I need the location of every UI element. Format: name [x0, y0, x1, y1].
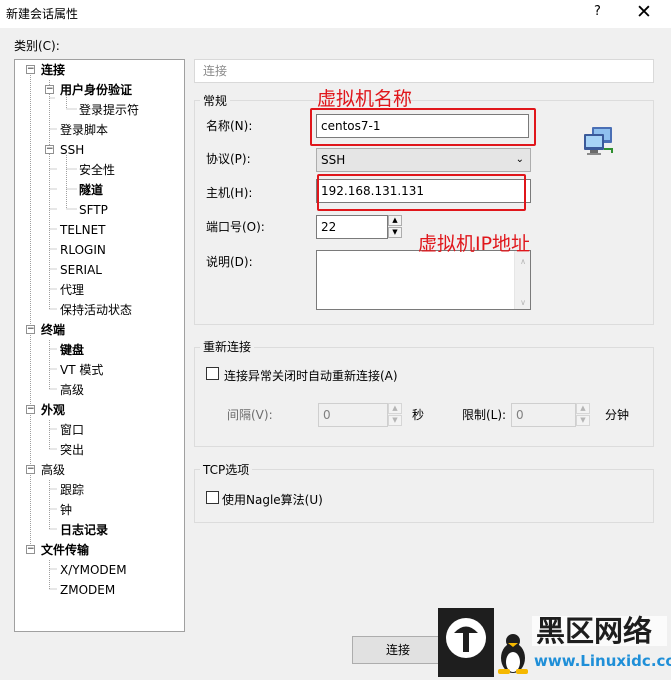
description-scrollbar[interactable]: ∧ ∨ — [514, 251, 530, 309]
collapse-icon[interactable]: − — [26, 325, 35, 334]
port-label: 端口号(O): — [206, 220, 265, 234]
tree-item-terminal[interactable]: 终端 — [41, 322, 65, 338]
tree-item-connection[interactable]: 连接 — [41, 62, 65, 78]
window-title: 新建会话属性 — [6, 7, 79, 21]
spin-up-icon[interactable]: ▲ — [388, 403, 402, 414]
tree-item-window[interactable]: 窗口 — [60, 422, 84, 438]
reconnect-group — [194, 347, 654, 447]
tree-item-login-prompt[interactable]: 登录提示符 — [79, 102, 139, 118]
title-bar: 新建会话属性 ? ✕ — [0, 0, 671, 28]
tree-item-rlogin[interactable]: RLOGIN — [60, 242, 106, 258]
limit-field[interactable]: 0 — [511, 403, 576, 427]
collapse-icon[interactable]: − — [45, 85, 54, 94]
watermark: 黑区网络 www.Linuxidc.com — [438, 608, 671, 677]
interval-unit: 秒 — [412, 408, 425, 422]
interval-field[interactable]: 0 — [318, 403, 388, 427]
name-label: 名称(N): — [206, 119, 253, 133]
scroll-down-icon[interactable]: ∨ — [515, 298, 531, 307]
watermark-site: www.Linuxidc.com — [534, 652, 671, 670]
protocol-label: 协议(P): — [206, 152, 251, 166]
watermark-logo: 黑区网络 www.Linuxidc.com — [438, 608, 671, 677]
section-header: 连接 — [194, 59, 654, 83]
scroll-up-icon[interactable]: ∧ — [515, 257, 531, 266]
tree-item-highlight[interactable]: 突出 — [60, 442, 84, 458]
tree-item-serial[interactable]: SERIAL — [60, 262, 102, 278]
spin-up-icon[interactable]: ▲ — [576, 403, 590, 414]
spin-up-icon[interactable]: ▲ — [388, 215, 402, 226]
nagle-checkbox[interactable] — [206, 491, 219, 504]
interval-label: 间隔(V): — [227, 408, 273, 422]
category-label: 类别(C): — [14, 39, 60, 53]
spin-down-icon[interactable]: ▼ — [388, 415, 402, 426]
computer-icon — [584, 127, 613, 155]
auto-reconnect-checkbox[interactable] — [206, 367, 219, 380]
collapse-icon[interactable]: − — [26, 465, 35, 474]
close-button[interactable]: ✕ — [636, 1, 652, 23]
tree-item-appearance[interactable]: 外观 — [41, 402, 65, 418]
tree-item-vt-mode[interactable]: VT 模式 — [60, 362, 103, 378]
host-highlight-box — [317, 174, 526, 211]
collapse-icon[interactable]: − — [45, 145, 54, 154]
help-button[interactable]: ? — [594, 4, 601, 19]
tree-item-trace[interactable]: 跟踪 — [60, 482, 84, 498]
spin-down-icon[interactable]: ▼ — [576, 415, 590, 426]
connect-button[interactable]: 连接 — [352, 636, 444, 664]
host-label: 主机(H): — [206, 186, 253, 200]
tree-item-telnet[interactable]: TELNET — [60, 222, 106, 238]
name-highlight-box — [310, 108, 536, 146]
tree-item-zmodem[interactable]: ZMODEM — [60, 582, 115, 598]
tree-item-keepalive[interactable]: 保持活动状态 — [60, 302, 132, 318]
auto-reconnect-label: 连接异常关闭时自动重新连接(A) — [224, 369, 398, 383]
tree-item-tunnel[interactable]: 隧道 — [79, 182, 103, 198]
protocol-select[interactable]: SSH ⌄ — [316, 148, 531, 172]
collapse-icon[interactable]: − — [26, 65, 35, 74]
tree-item-bell[interactable]: 钟 — [60, 502, 72, 518]
tree-item-logging[interactable]: 日志记录 — [60, 522, 108, 538]
ip-annotation: 虚拟机IP地址 — [418, 233, 531, 255]
tree-item-keyboard[interactable]: 键盘 — [60, 342, 84, 358]
tree-item-file-transfer[interactable]: 文件传输 — [41, 542, 89, 558]
watermark-brand: 黑区网络 — [536, 614, 652, 648]
category-tree[interactable]: − − − − − − − 连接 用户身份验证 登录提示符 登录脚本 SSH 安… — [14, 59, 185, 632]
tree-item-xymodem[interactable]: X/YMODEM — [60, 562, 127, 578]
spin-down-icon[interactable]: ▼ — [388, 227, 402, 238]
collapse-icon[interactable]: − — [26, 545, 35, 554]
description-field[interactable]: ∧ ∨ — [316, 250, 531, 310]
description-label: 说明(D): — [206, 255, 253, 269]
tree-item-user-auth[interactable]: 用户身份验证 — [60, 82, 132, 98]
tree-item-terminal-advanced[interactable]: 高级 — [60, 382, 84, 398]
tree-item-security[interactable]: 安全性 — [79, 162, 115, 178]
limit-label: 限制(L): — [462, 408, 507, 422]
collapse-icon[interactable]: − — [26, 405, 35, 414]
tree-item-advanced[interactable]: 高级 — [41, 462, 65, 478]
tree-item-proxy[interactable]: 代理 — [60, 282, 84, 298]
tree-item-login-script[interactable]: 登录脚本 — [60, 122, 108, 138]
limit-unit: 分钟 — [605, 408, 630, 422]
protocol-value: SSH — [321, 153, 346, 167]
tree-item-ssh[interactable]: SSH — [60, 142, 84, 158]
general-group-title: 常规 — [200, 92, 231, 109]
port-field[interactable]: 22 — [316, 215, 388, 239]
chevron-down-icon: ⌄ — [515, 154, 524, 165]
name-annotation: 虚拟机名称 — [317, 88, 413, 110]
reconnect-group-title: 重新连接 — [200, 338, 255, 355]
nagle-label: 使用Nagle算法(U) — [222, 493, 323, 507]
tree-item-sftp[interactable]: SFTP — [79, 202, 108, 218]
tcp-group-title: TCP选项 — [200, 461, 253, 478]
